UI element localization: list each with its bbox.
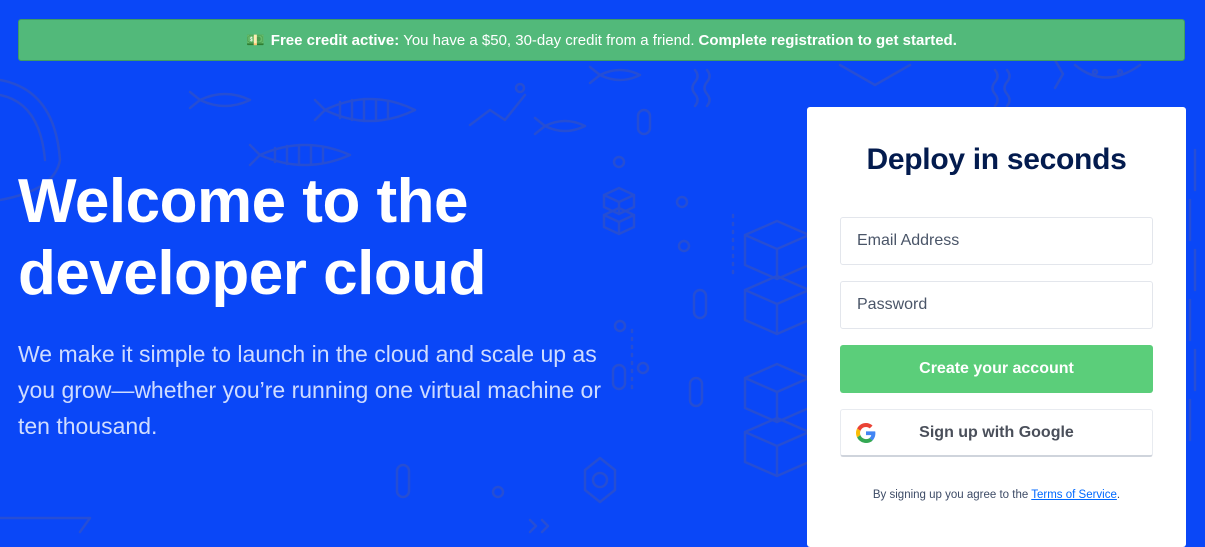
free-credit-banner: 💵 Free credit active: You have a $50, 30… bbox=[18, 19, 1185, 61]
google-signup-label: Sign up with Google bbox=[919, 423, 1074, 441]
terms-notice: By signing up you agree to the Terms of … bbox=[807, 489, 1186, 501]
create-account-button[interactable]: Create your account bbox=[840, 345, 1153, 393]
hero-title-line1: Welcome to the bbox=[18, 167, 469, 236]
hero-title-line2: developer cloud bbox=[18, 239, 486, 308]
hero-subtitle: We make it simple to launch in the cloud… bbox=[18, 341, 601, 439]
google-icon bbox=[856, 423, 876, 443]
hero-title: Welcome to the developer cloud bbox=[18, 166, 578, 310]
terms-prefix: By signing up you agree to the bbox=[872, 489, 1029, 501]
signup-card: Deploy in seconds Create your account Si… bbox=[807, 107, 1186, 547]
email-field[interactable] bbox=[840, 217, 1153, 265]
banner-lead: Free credit active: bbox=[270, 31, 400, 49]
signup-heading: Deploy in seconds bbox=[866, 143, 1127, 176]
password-field[interactable] bbox=[840, 281, 1153, 329]
google-signup-button[interactable]: Sign up with Google bbox=[840, 409, 1153, 457]
terms-of-service-link[interactable]: Terms of Service bbox=[1031, 489, 1117, 501]
banner-cta: Complete registration to get started. bbox=[698, 31, 957, 49]
banner-message: You have a $50, 30-day credit from a fri… bbox=[403, 31, 695, 49]
terms-suffix: . bbox=[1116, 489, 1121, 501]
money-icon: 💵 bbox=[246, 32, 265, 49]
